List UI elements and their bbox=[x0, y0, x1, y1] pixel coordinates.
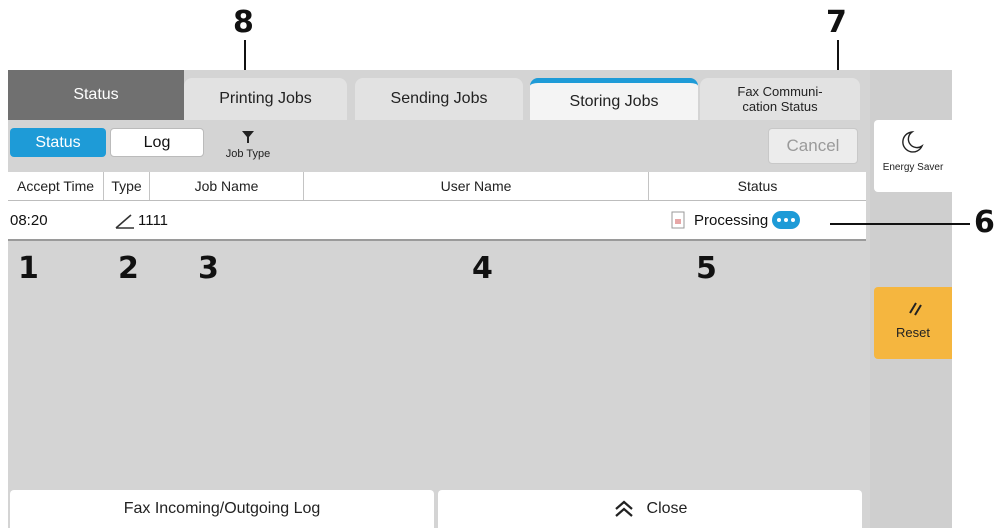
energy-saver-button[interactable]: Energy Saver bbox=[874, 120, 952, 192]
reset-button[interactable]: Reset bbox=[874, 287, 952, 359]
tab-printing-jobs[interactable]: Printing Jobs bbox=[184, 78, 347, 120]
table-row[interactable]: 08:20 1111 Processing bbox=[8, 201, 866, 241]
tab-sending-jobs[interactable]: Sending Jobs bbox=[355, 78, 523, 120]
reset-icon bbox=[909, 302, 922, 316]
tab-fax-communication-status[interactable]: Fax Communi- cation Status bbox=[700, 78, 860, 120]
job-accept-time: 08:20 bbox=[10, 211, 48, 229]
column-accept-time[interactable]: Accept Time bbox=[8, 172, 104, 200]
callout-1: 1 bbox=[18, 251, 39, 286]
reset-label: Reset bbox=[896, 325, 930, 340]
job-status-text: Processing bbox=[694, 211, 769, 229]
tab-storing-jobs[interactable]: Storing Jobs bbox=[530, 78, 698, 120]
column-user-name[interactable]: User Name bbox=[304, 172, 649, 200]
close-label: Close bbox=[646, 500, 688, 517]
document-icon bbox=[671, 211, 685, 229]
callout-7: 7 bbox=[826, 5, 847, 40]
moon-icon bbox=[902, 131, 924, 153]
job-type-label: Job Type bbox=[225, 148, 271, 160]
job-status: Processing bbox=[670, 201, 801, 239]
tab-fax-label-1: Fax Communi- bbox=[737, 84, 823, 99]
column-job-name[interactable]: Job Name bbox=[150, 172, 304, 200]
fax-log-button[interactable]: Fax Incoming/Outgoing Log bbox=[10, 490, 434, 528]
job-status-screen: Status Printing Jobs Sending Jobs Storin… bbox=[8, 70, 870, 528]
callout-2: 2 bbox=[118, 251, 139, 286]
job-name: 1111 bbox=[138, 211, 169, 229]
callout-5: 5 bbox=[696, 251, 717, 286]
callout-6: 6 bbox=[974, 205, 995, 240]
double-chevron-up-icon bbox=[614, 500, 633, 517]
more-details-button[interactable] bbox=[772, 211, 801, 229]
callout-4: 4 bbox=[472, 251, 493, 286]
callout-3: 3 bbox=[198, 251, 219, 286]
column-type[interactable]: Type bbox=[104, 172, 150, 200]
column-status[interactable]: Status bbox=[649, 172, 866, 200]
close-button[interactable]: Close bbox=[438, 490, 862, 528]
tab-fax-label-2: cation Status bbox=[742, 99, 818, 114]
callout-8: 8 bbox=[233, 5, 254, 40]
tab-status[interactable]: Status bbox=[8, 70, 184, 120]
status-toggle-button[interactable]: Status bbox=[10, 128, 106, 157]
cancel-button[interactable]: Cancel bbox=[768, 128, 858, 164]
energy-saver-label: Energy Saver bbox=[882, 162, 944, 173]
scan-to-box-icon bbox=[114, 201, 136, 239]
job-type-filter-button[interactable]: Job Type bbox=[208, 128, 288, 162]
callout-line-6 bbox=[830, 223, 970, 225]
log-toggle-button[interactable]: Log bbox=[110, 128, 204, 157]
filter-icon bbox=[242, 131, 254, 143]
table-header: Accept Time Type Job Name User Name Stat… bbox=[8, 172, 866, 201]
